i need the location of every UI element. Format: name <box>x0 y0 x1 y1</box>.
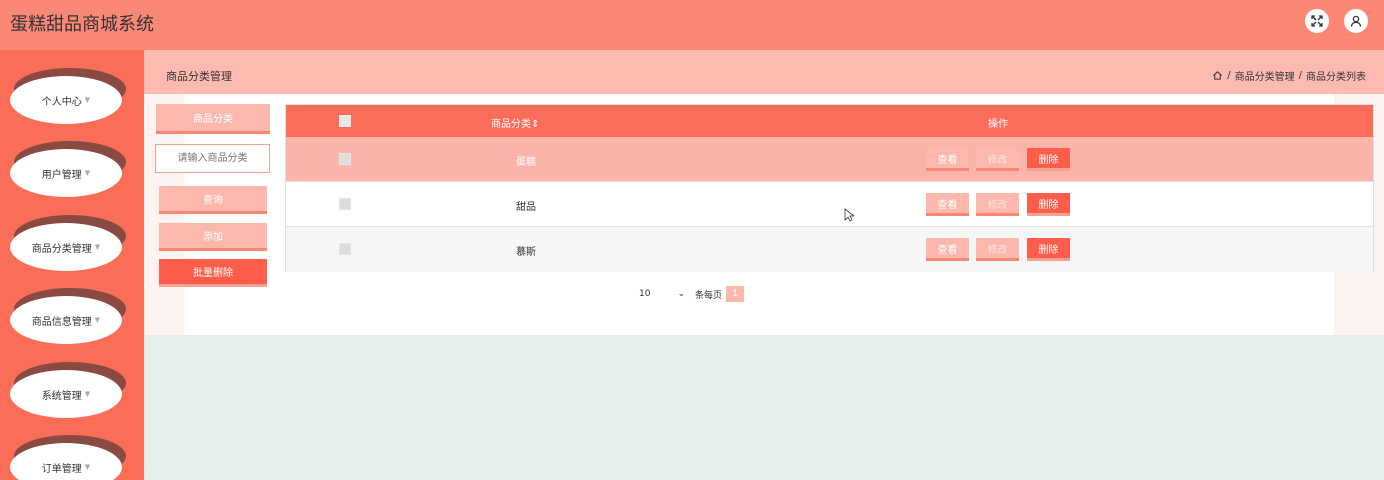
caret-down-icon: ▼ <box>94 316 101 324</box>
table-row: 蛋糕 查看 修改 删除 <box>286 137 1373 182</box>
caret-down-icon: ▼ <box>84 96 91 104</box>
breadcrumb-item[interactable]: 商品分类管理 <box>1235 68 1295 83</box>
select-all-checkbox[interactable] <box>339 115 351 127</box>
category-name: 慕斯 <box>516 247 536 258</box>
delete-button[interactable]: 删除 <box>1027 238 1070 261</box>
filter-label: 商品分类 <box>156 104 270 134</box>
breadcrumb: / 商品分类管理 / 商品分类列表 <box>1212 68 1366 83</box>
sidebar-item-label: 用户管理 <box>41 169 82 181</box>
caret-down-icon: ▼ <box>94 243 101 251</box>
app-title: 蛋糕甜品商城系统 <box>10 14 154 35</box>
pagination: 10 ⌄ 条每页 1 <box>639 286 745 302</box>
row-checkbox[interactable] <box>339 243 351 255</box>
view-button[interactable]: 查看 <box>926 238 969 261</box>
category-table: 商品分类⇕ 操作 蛋糕 查看 修改 删除 甜品 查看 修改 删除 慕斯 查看 修… <box>285 104 1374 272</box>
batch-delete-button[interactable]: 批量删除 <box>159 259 267 287</box>
caret-down-icon: ▼ <box>84 169 91 177</box>
caret-down-icon: ▼ <box>84 390 91 398</box>
column-header-label: 商品分类 <box>491 119 531 130</box>
per-page-label: 条每页 <box>695 290 723 301</box>
sidebar-item-label: 商品信息管理 <box>31 316 92 328</box>
chevron-down-icon: ⌄ <box>677 289 685 299</box>
main-content: 商品分类管理 / 商品分类管理 / 商品分类列表 商品分类 查询 添加 批量删除… <box>144 50 1384 480</box>
page-size-select[interactable]: 10 ⌄ <box>639 289 685 299</box>
sidebar: 个人中心 ▼ 用户管理 ▼ 商品分类管理 ▼ 商品信息管理 ▼ 系统管理 ▼ 订单管理 ▼ <box>0 50 144 480</box>
column-header-category[interactable]: 商品分类⇕ <box>491 115 539 130</box>
sidebar-item-user-management[interactable]: 用户管理 ▼ <box>10 141 126 199</box>
caret-down-icon: ▼ <box>84 463 91 471</box>
page-size-value: 10 <box>639 289 651 299</box>
table-header: 商品分类⇕ 操作 <box>286 105 1373 137</box>
sidebar-item-category-management[interactable]: 商品分类管理 ▼ <box>10 215 126 273</box>
sidebar-pill[interactable]: 商品信息管理 ▼ <box>10 296 122 344</box>
top-bar: 蛋糕甜品商城系统 <box>0 0 1384 50</box>
column-header-actions: 操作 <box>988 119 1008 130</box>
view-button[interactable]: 查看 <box>926 193 969 216</box>
sort-icon[interactable]: ⇕ <box>531 119 539 130</box>
sidebar-item-label: 订单管理 <box>41 463 82 475</box>
delete-button[interactable]: 删除 <box>1027 193 1070 216</box>
breadcrumb-bar: 商品分类管理 / 商品分类管理 / 商品分类列表 <box>144 50 1384 94</box>
breadcrumb-item: 商品分类列表 <box>1306 72 1366 83</box>
breadcrumb-separator: / <box>1298 70 1302 81</box>
sidebar-pill[interactable]: 个人中心 ▼ <box>10 76 122 124</box>
sidebar-item-label: 商品分类管理 <box>31 243 92 255</box>
sidebar-item-label: 个人中心 <box>41 96 82 108</box>
fullscreen-icon[interactable] <box>1305 9 1329 33</box>
sidebar-item-label: 系统管理 <box>41 390 82 402</box>
user-icon[interactable] <box>1344 9 1368 33</box>
query-button[interactable]: 查询 <box>159 186 267 214</box>
mouse-cursor-icon <box>844 208 854 222</box>
sidebar-item-system-management[interactable]: 系统管理 ▼ <box>10 362 126 420</box>
sidebar-item-personal-center[interactable]: 个人中心 ▼ <box>10 68 126 126</box>
row-checkbox[interactable] <box>339 198 351 210</box>
home-icon[interactable] <box>1212 70 1223 81</box>
page-number-button[interactable]: 1 <box>726 286 745 302</box>
sidebar-pill[interactable]: 系统管理 ▼ <box>10 370 122 418</box>
edit-button[interactable]: 修改 <box>976 148 1019 171</box>
view-button[interactable]: 查看 <box>926 148 969 171</box>
edit-button[interactable]: 修改 <box>976 238 1019 261</box>
sidebar-pill[interactable]: 用户管理 ▼ <box>10 149 122 197</box>
category-search-input[interactable] <box>155 144 270 173</box>
category-name: 甜品 <box>516 202 536 213</box>
table-row: 慕斯 查看 修改 删除 <box>286 227 1373 272</box>
add-button[interactable]: 添加 <box>159 223 267 251</box>
sidebar-item-order-management[interactable]: 订单管理 ▼ <box>10 435 126 480</box>
page-title: 商品分类管理 <box>166 70 232 83</box>
sidebar-item-product-management[interactable]: 商品信息管理 ▼ <box>10 288 126 346</box>
breadcrumb-separator: / <box>1227 70 1231 81</box>
category-name: 蛋糕 <box>516 157 536 168</box>
delete-button[interactable]: 删除 <box>1027 148 1070 171</box>
row-checkbox[interactable] <box>339 153 351 165</box>
table-row: 甜品 查看 修改 删除 <box>286 182 1373 227</box>
edit-button[interactable]: 修改 <box>976 193 1019 216</box>
sidebar-pill[interactable]: 商品分类管理 ▼ <box>10 223 122 271</box>
